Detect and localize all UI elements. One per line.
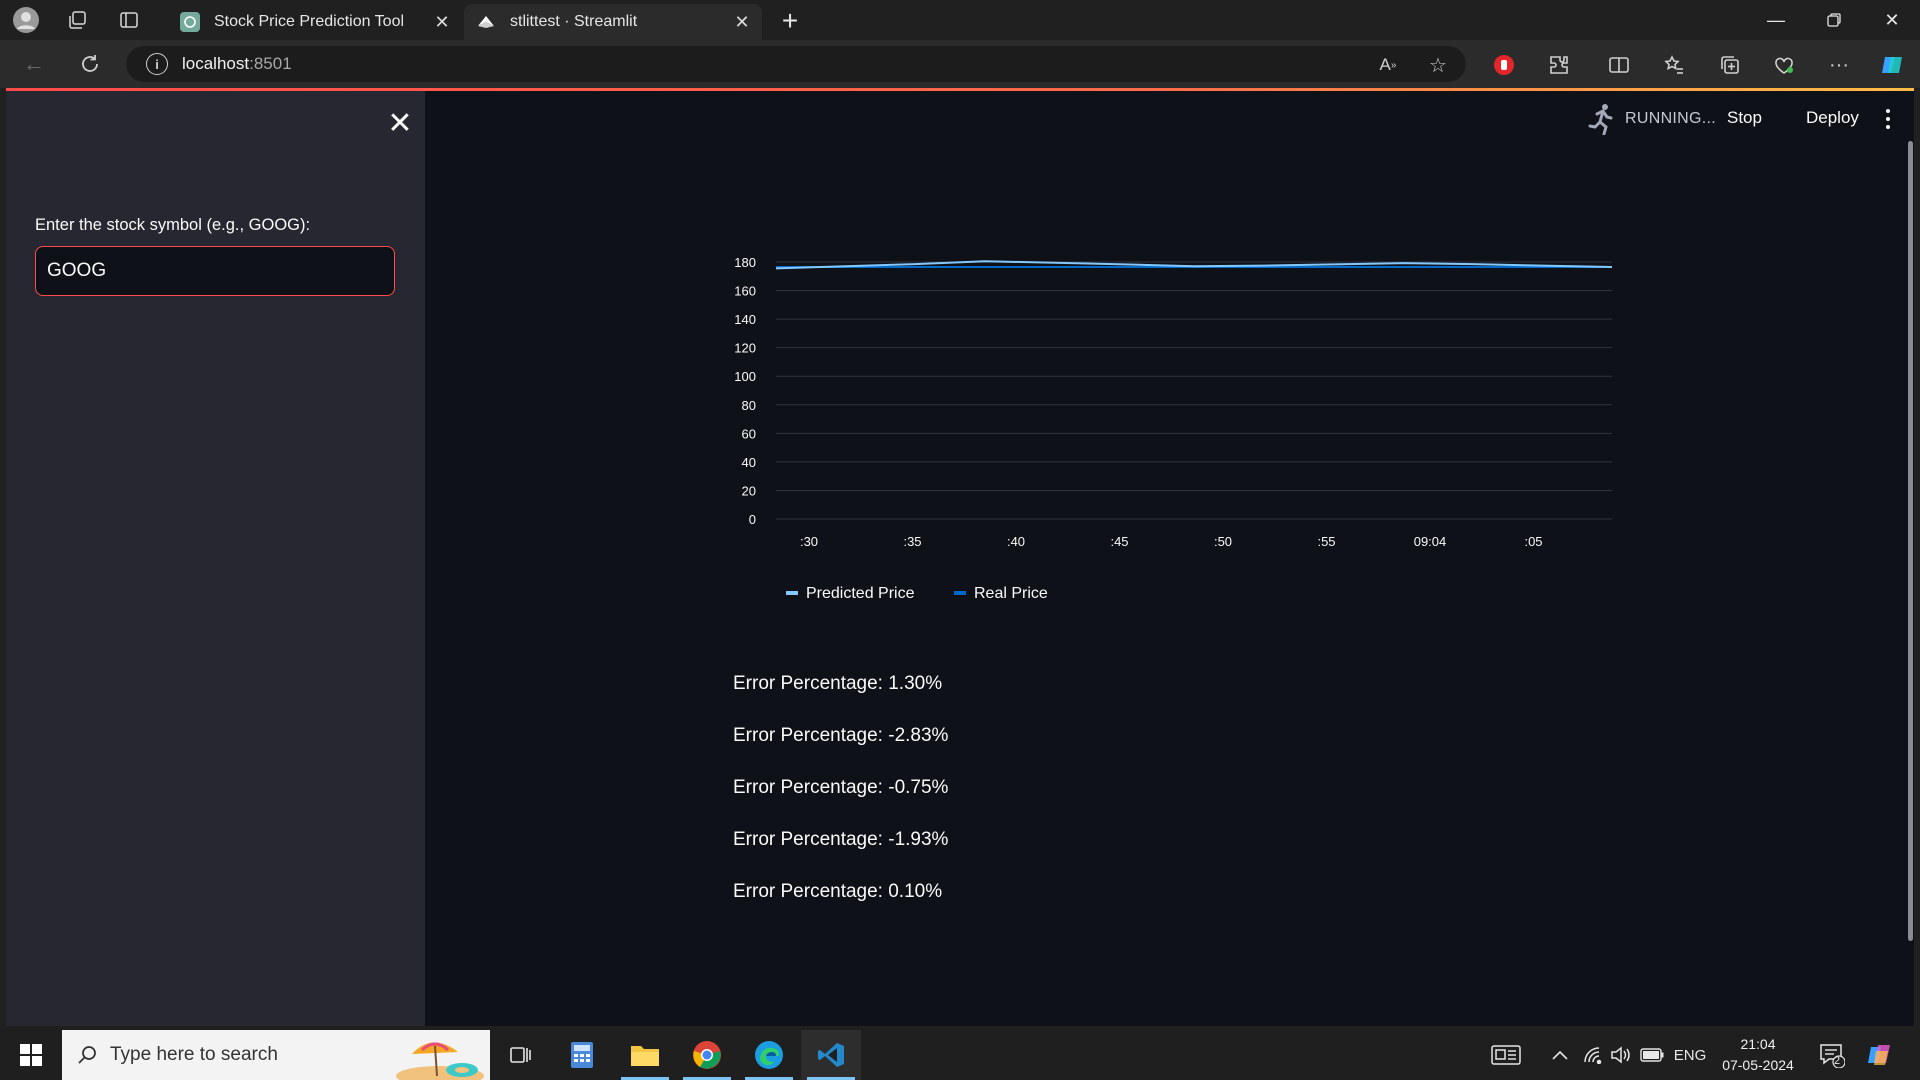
show-hidden-icons-chevron-icon[interactable]: [1548, 1030, 1572, 1080]
y-tick-label: 180: [734, 255, 756, 270]
taskbar-clock[interactable]: 21:04 07-05-2024: [1712, 1034, 1804, 1076]
notification-count: 2: [1834, 1055, 1841, 1067]
chatgpt-favicon-icon: [180, 12, 200, 32]
y-tick-label: 100: [734, 369, 756, 384]
refresh-icon[interactable]: [74, 48, 106, 80]
legend-swatch: [954, 591, 966, 595]
input-language[interactable]: ENG: [1672, 1030, 1708, 1080]
task-view-icon[interactable]: [490, 1030, 550, 1080]
y-tick-label: 0: [749, 512, 756, 527]
x-tick-label: :45: [1110, 534, 1128, 549]
copilot-preview-icon[interactable]: [1862, 1030, 1898, 1080]
tab-title: Stock Price Prediction Tool: [214, 13, 405, 30]
minimize-icon[interactable]: —: [1748, 0, 1804, 40]
error-percentage-text: Error Percentage: -0.75%: [733, 777, 949, 798]
browser-navbar: ← i localhost:8501 A» ☆ ···: [0, 40, 1920, 88]
favorites-list-icon[interactable]: [1657, 48, 1691, 82]
chrome-app-icon[interactable]: [677, 1030, 737, 1080]
tab-stock-price-prediction[interactable]: Stock Price Prediction Tool ✕: [168, 4, 462, 40]
read-aloud-icon[interactable]: A»: [1371, 48, 1405, 82]
site-info-icon[interactable]: i: [146, 53, 168, 75]
stock-symbol-label: Enter the stock symbol (e.g., GOOG):: [35, 216, 311, 234]
calculator-app-icon[interactable]: [552, 1030, 612, 1080]
clock-time: 21:04: [1740, 1036, 1776, 1052]
tab-streamlit[interactable]: stlittest · Streamlit ✕: [464, 4, 762, 40]
legend-label: Predicted Price: [806, 585, 915, 602]
price-chart: 0 20 40 60 80 100 120 140 160 180 :30 :35 :40 :45 :50…: [706, 191, 1626, 611]
legend-swatch: [786, 591, 798, 595]
vscode-app-icon[interactable]: [801, 1030, 861, 1080]
copilot-icon[interactable]: [1876, 48, 1910, 82]
adblock-extension-icon[interactable]: [1487, 48, 1521, 82]
streamlit-app: ✕ Enter the stock symbol (e.g., GOOG): R…: [6, 91, 1914, 1026]
favorite-star-icon[interactable]: ☆: [1421, 48, 1455, 82]
y-tick-label: 160: [734, 284, 756, 299]
close-window-icon[interactable]: ✕: [1864, 0, 1920, 40]
streamlit-favicon-icon: [476, 12, 496, 32]
browser-essentials-icon[interactable]: [1767, 48, 1801, 82]
error-percentage-text: Error Percentage: 0.10%: [733, 881, 943, 902]
beach-umbrella-icon: [396, 1042, 484, 1080]
x-tick-label: :30: [800, 534, 818, 549]
wifi-icon[interactable]: [1580, 1030, 1606, 1080]
stop-button[interactable]: Stop: [1727, 108, 1762, 128]
new-tab-button[interactable]: +: [774, 6, 806, 38]
windows-taskbar: Type here to search ENG 21:04 07-05-2024…: [0, 1030, 1920, 1080]
tab-title: stlittest · Streamlit: [510, 13, 638, 30]
y-tick-label: 120: [734, 341, 756, 356]
x-tick-label: :50: [1214, 534, 1232, 549]
x-tick-label: 09:04: [1414, 534, 1447, 549]
sidebar: ✕ Enter the stock symbol (e.g., GOOG):: [6, 91, 425, 1026]
edge-app-icon[interactable]: [739, 1030, 799, 1080]
y-tick-label: 40: [742, 455, 756, 470]
news-widget-icon[interactable]: [1486, 1030, 1526, 1080]
y-tick-label: 80: [742, 398, 756, 413]
x-tick-label: :55: [1317, 534, 1335, 549]
windows-start-icon[interactable]: [10, 1038, 52, 1072]
collections-icon[interactable]: [1713, 48, 1747, 82]
tab-close-icon[interactable]: ✕: [428, 8, 456, 36]
search-icon: [78, 1046, 96, 1064]
error-percentage-text: Error Percentage: -1.93%: [733, 829, 949, 850]
extensions-icon[interactable]: [1542, 48, 1576, 82]
deploy-button[interactable]: Deploy: [1806, 108, 1859, 128]
tab-actions-icon[interactable]: [113, 4, 145, 36]
workspaces-icon[interactable]: [61, 4, 93, 36]
y-tick-label: 20: [742, 483, 756, 498]
running-status: RUNNING...: [1625, 110, 1716, 127]
volume-icon[interactable]: [1608, 1030, 1634, 1080]
clock-date: 07-05-2024: [1722, 1057, 1794, 1073]
x-tick-label: :40: [1007, 534, 1025, 549]
url-port: :8501: [249, 54, 292, 73]
running-man-icon: [1588, 104, 1613, 135]
address-bar[interactable]: i localhost:8501: [126, 46, 1466, 82]
url-host: localhost: [182, 54, 250, 73]
taskbar-search-box[interactable]: Type here to search: [62, 1030, 490, 1080]
legend-label: Real Price: [974, 585, 1048, 602]
sidebar-close-icon[interactable]: ✕: [382, 105, 418, 141]
notification-center-icon[interactable]: 2: [1816, 1030, 1848, 1080]
profile-avatar-icon[interactable]: [10, 4, 42, 36]
stock-symbol-input[interactable]: [35, 246, 395, 296]
x-tick-label: :35: [903, 534, 921, 549]
y-tick-label: 140: [734, 312, 756, 327]
more-options-icon[interactable]: ···: [1822, 48, 1856, 82]
file-explorer-icon[interactable]: [615, 1030, 675, 1080]
search-placeholder: Type here to search: [110, 1044, 278, 1065]
battery-icon[interactable]: [1638, 1030, 1666, 1080]
tab-close-icon[interactable]: ✕: [728, 8, 756, 36]
split-screen-icon[interactable]: [1602, 48, 1636, 82]
x-tick-label: :05: [1524, 534, 1542, 549]
y-tick-label: 60: [742, 426, 756, 441]
app-header: RUNNING... Stop Deploy: [425, 91, 1914, 147]
error-percentage-text: Error Percentage: -2.83%: [733, 725, 949, 746]
main-menu-icon[interactable]: [1878, 105, 1898, 133]
back-arrow-icon[interactable]: ←: [18, 48, 50, 80]
browser-titlebar: Stock Price Prediction Tool ✕ stlittest …: [0, 0, 1920, 40]
restore-icon[interactable]: [1806, 0, 1862, 40]
scrollbar[interactable]: [1908, 141, 1913, 941]
error-percentage-text: Error Percentage: 1.30%: [733, 673, 943, 694]
